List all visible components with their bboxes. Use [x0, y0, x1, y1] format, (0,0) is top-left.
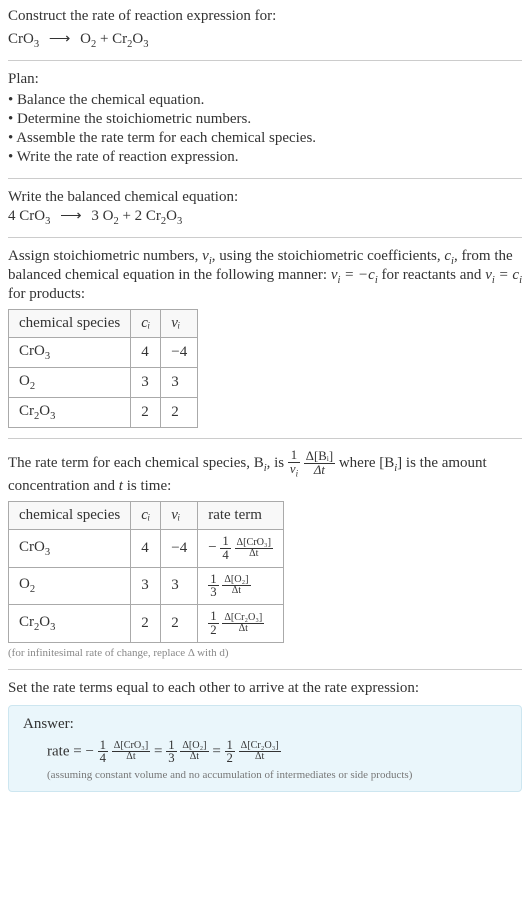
fraction: 1 νi: [288, 449, 300, 478]
rate-term-intro: The rate term for each chemical species,…: [8, 449, 522, 495]
cell-ci: 3: [131, 567, 161, 605]
cell-species: CrO3: [9, 530, 131, 568]
cell-rate-term: 13 Δ[O₂]Δt: [198, 567, 284, 605]
cell-ci: 4: [131, 338, 161, 368]
plan-item: Write the rate of reaction expression.: [8, 149, 522, 166]
cell-nui: 3: [161, 368, 198, 398]
cell-nui: −4: [161, 338, 198, 368]
col-nui: νᵢ: [161, 502, 198, 530]
delta-note: (for infinitesimal rate of change, repla…: [8, 647, 522, 659]
answer-box: Answer: rate = − 14 Δ[CrO₃]Δt = 13 Δ[O₂]…: [8, 705, 522, 793]
col-ci: cᵢ: [131, 310, 161, 338]
fraction: Δ[Bᵢ] Δt: [304, 450, 335, 477]
table-header-row: chemical species cᵢ νᵢ rate term: [9, 502, 284, 530]
plan-item: Determine the stoichiometric numbers.: [8, 111, 522, 128]
col-species: chemical species: [9, 310, 131, 338]
plus: +: [100, 31, 112, 47]
final-section: Set the rate terms equal to each other t…: [8, 680, 522, 803]
term: 4 CrO3: [8, 208, 50, 224]
table-row: CrO3 4 −4 − 14 Δ[CrO₃]Δt: [9, 530, 284, 568]
plus: +: [122, 208, 134, 224]
table-row: O2 3 3: [9, 368, 198, 398]
balanced-section: Write the balanced chemical equation: 4 …: [8, 189, 522, 238]
rate-term-table: chemical species cᵢ νᵢ rate term CrO3 4 …: [8, 501, 284, 643]
col-nui: νᵢ: [161, 310, 198, 338]
table-row: CrO3 4 −4: [9, 338, 198, 368]
unbalanced-equation: CrO3 ⟶ O2 + Cr2O3: [8, 29, 522, 50]
reaction-arrow-icon: ⟶: [49, 29, 71, 48]
table-header-row: chemical species cᵢ νᵢ: [9, 310, 198, 338]
stoich-table: chemical species cᵢ νᵢ CrO3 4 −4 O2 3 3 …: [8, 309, 198, 428]
reaction-arrow-icon: ⟶: [60, 206, 82, 225]
plan-section: Plan: Balance the chemical equation. Det…: [8, 71, 522, 179]
answer-note: (assuming constant volume and no accumul…: [47, 769, 507, 781]
balanced-equation: 4 CrO3 ⟶ 3 O2 + 2 Cr2O3: [8, 206, 522, 227]
final-title: Set the rate terms equal to each other t…: [8, 680, 522, 697]
col-ci: cᵢ: [131, 502, 161, 530]
cell-species: O2: [9, 368, 131, 398]
plan-item: Assemble the rate term for each chemical…: [8, 130, 522, 147]
term: 3 O2: [91, 208, 118, 224]
cell-ci: 3: [131, 368, 161, 398]
col-species: chemical species: [9, 502, 131, 530]
cell-rate-term: − 14 Δ[CrO₃]Δt: [198, 530, 284, 568]
cell-nui: 3: [161, 567, 198, 605]
rate-expression: rate = − 14 Δ[CrO₃]Δt = 13 Δ[O₂]Δt = 12 …: [47, 739, 507, 766]
cell-species: O2: [9, 567, 131, 605]
cell-nui: 2: [161, 605, 198, 643]
col-rate-term: rate term: [198, 502, 284, 530]
balanced-title: Write the balanced chemical equation:: [8, 189, 522, 206]
cell-species: CrO3: [9, 338, 131, 368]
species-cro3: CrO3: [8, 31, 39, 47]
prompt-title: Construct the rate of reaction expressio…: [8, 8, 522, 25]
term: 2 Cr2O3: [135, 208, 183, 224]
cell-rate-term: 12 Δ[Cr₂O₃]Δt: [198, 605, 284, 643]
table-row: O2 3 3 13 Δ[O₂]Δt: [9, 567, 284, 605]
plan-item: Balance the chemical equation.: [8, 92, 522, 109]
stoich-intro: Assign stoichiometric numbers, νi, using…: [8, 248, 522, 303]
cell-species: Cr2O3: [9, 398, 131, 428]
species-o2: O2: [80, 31, 96, 47]
cell-ci: 2: [131, 398, 161, 428]
cell-nui: −4: [161, 530, 198, 568]
answer-label: Answer:: [23, 716, 507, 733]
species-cr2o3: Cr2O3: [112, 31, 148, 47]
table-row: Cr2O3 2 2: [9, 398, 198, 428]
rate-term-section: The rate term for each chemical species,…: [8, 449, 522, 670]
cell-species: Cr2O3: [9, 605, 131, 643]
plan-list: Balance the chemical equation. Determine…: [8, 92, 522, 166]
plan-title: Plan:: [8, 71, 522, 88]
cell-ci: 2: [131, 605, 161, 643]
cell-nui: 2: [161, 398, 198, 428]
stoich-section: Assign stoichiometric numbers, νi, using…: [8, 248, 522, 439]
prompt-section: Construct the rate of reaction expressio…: [8, 8, 522, 61]
cell-ci: 4: [131, 530, 161, 568]
table-row: Cr2O3 2 2 12 Δ[Cr₂O₃]Δt: [9, 605, 284, 643]
